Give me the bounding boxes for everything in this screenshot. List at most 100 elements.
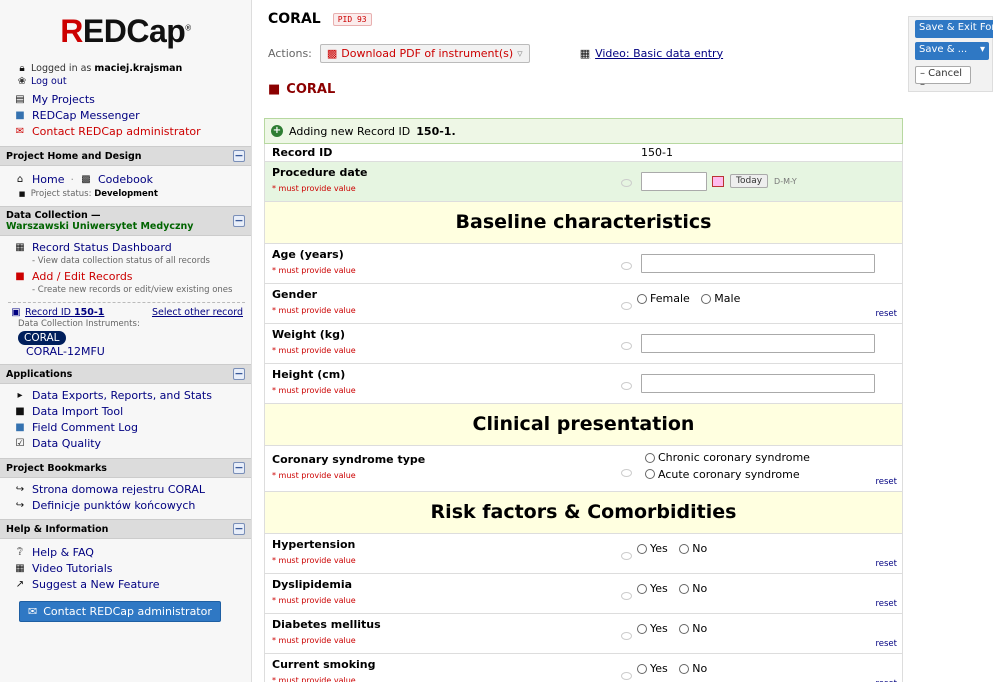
reset-link[interactable]: reset	[875, 309, 897, 319]
help-faq-link[interactable]: ❔︎ Help & FAQ	[0, 545, 251, 561]
add-edit-records-link[interactable]: ■ Add / Edit Records	[0, 269, 251, 285]
record-row: ▣ Record ID 150-1 Select other record	[0, 303, 251, 318]
comment-bubble-icon[interactable]	[621, 672, 632, 680]
yes-radio[interactable]: Yes	[637, 622, 668, 635]
comment-bubble-icon[interactable]	[621, 592, 632, 600]
collapse-button[interactable]: −	[233, 462, 245, 474]
file-icon: ■	[15, 271, 25, 282]
procedure-date-input[interactable]	[641, 172, 707, 191]
file-icon: ■	[268, 81, 281, 97]
question-icon: ❔︎	[16, 547, 23, 558]
no-radio[interactable]: No	[679, 542, 707, 555]
redcap-logo[interactable]: REDCap®	[0, 0, 251, 62]
today-button[interactable]: Today	[730, 174, 769, 188]
cancel-button[interactable]: – Cancel –	[915, 66, 971, 90]
instrument-coral[interactable]: CORAL	[0, 330, 251, 345]
record-id-link[interactable]: ▣ Record ID 150-1	[10, 307, 104, 318]
plus-circle-icon: +	[271, 125, 283, 137]
save-panel: Save & Exit Form Save & ...▾ – Cancel –	[908, 16, 993, 92]
procedure-date-row: Procedure date * must provide value Toda…	[264, 162, 903, 202]
main-content: CORAL PID 93 Actions: ▩ Download PDF of i…	[258, 0, 908, 682]
weight-input[interactable]	[641, 334, 875, 353]
project-header: CORAL PID 93	[258, 0, 908, 38]
chronic-coronary-radio[interactable]: Chronic coronary syndrome	[645, 450, 810, 465]
login-info: 🔒︎ Logged in as maciej.krajsman ❀ Log ou…	[17, 63, 183, 87]
home-link[interactable]: Home	[32, 172, 64, 188]
age-input[interactable]	[641, 254, 875, 273]
codebook-link[interactable]: Codebook	[98, 172, 153, 188]
square-icon: ■	[18, 190, 26, 198]
no-radio[interactable]: No	[679, 622, 707, 635]
chevron-down-icon: ▿	[517, 46, 523, 60]
coronary-row: Coronary syndrome type * must provide va…	[264, 446, 903, 492]
video-tutorials-link[interactable]: ▦ Video Tutorials	[0, 561, 251, 577]
age-row: Age (years) * must provide value	[264, 244, 903, 284]
bookmark-link[interactable]: ↪ Definicje punktów końcowych	[0, 498, 251, 514]
save-exit-form-button[interactable]: Save & Exit Form	[915, 20, 993, 38]
reset-link[interactable]: reset	[875, 559, 897, 569]
yes-radio[interactable]: Yes	[637, 662, 668, 675]
comment-bubble-icon[interactable]	[621, 302, 632, 310]
envelope-icon: ✉	[28, 605, 38, 618]
record-status-dashboard-link[interactable]: ▦ Record Status Dashboard	[0, 240, 251, 256]
hypertension-row: Hypertension * must provide value Yes No…	[264, 534, 903, 574]
data-quality-link[interactable]: ☑ Data Quality	[0, 436, 251, 452]
data-exports-link[interactable]: ▸ Data Exports, Reports, and Stats	[0, 388, 251, 404]
gender-female-radio[interactable]: Female	[637, 292, 690, 305]
contact-admin-button[interactable]: ✉ Contact REDCap administrator	[19, 601, 221, 622]
height-row: Height (cm) * must provide value	[264, 364, 903, 404]
comment-bubble-icon[interactable]	[621, 342, 632, 350]
comment-bubble-icon[interactable]	[621, 179, 632, 187]
download-pdf-button[interactable]: ▩ Download PDF of instrument(s) ▿	[319, 43, 530, 63]
height-input[interactable]	[641, 374, 875, 393]
username: maciej.krajsman	[94, 63, 183, 74]
messenger-link[interactable]: ■ REDCap Messenger	[0, 108, 251, 124]
suggest-feature-link[interactable]: ↗ Suggest a New Feature	[0, 577, 251, 593]
sidebar: REDCap® 🔒︎ Logged in as maciej.krajsman …	[0, 0, 252, 682]
video-basic-data-entry-link[interactable]: ▦ Video: Basic data entry	[580, 47, 723, 60]
gender-row: Gender * must provide value Female Male …	[264, 284, 903, 324]
actions-bar: Actions: ▩ Download PDF of instrument(s) ▿…	[258, 38, 908, 68]
acute-coronary-radio[interactable]: Acute coronary syndrome	[645, 467, 800, 482]
collapse-button[interactable]: −	[233, 150, 245, 162]
bookmarks-header: Project Bookmarks −	[0, 458, 251, 478]
gender-male-radio[interactable]: Male	[701, 292, 740, 305]
adding-record-banner: + Adding new Record ID 150-1.	[264, 118, 903, 144]
collapse-button[interactable]: −	[233, 215, 245, 227]
bookmark-link[interactable]: ↪ Strona domowa rejestru CORAL	[0, 482, 251, 498]
select-other-record-link[interactable]: Select other record	[152, 307, 243, 318]
collapse-button[interactable]: −	[233, 523, 245, 535]
form-title: ■ CORAL	[268, 81, 336, 97]
record-icon: ▣	[11, 307, 21, 318]
data-import-link[interactable]: ■ Data Import Tool	[0, 404, 251, 420]
chat-icon: ■	[15, 110, 25, 121]
save-more-button[interactable]: Save & ... ▾	[915, 42, 989, 60]
comment-bubble-icon[interactable]	[621, 382, 632, 390]
collapse-button[interactable]: −	[233, 368, 245, 380]
logout-link[interactable]: Log out	[31, 76, 67, 87]
reset-link[interactable]: reset	[875, 639, 897, 649]
yes-radio[interactable]: Yes	[637, 542, 668, 555]
export-icon: ▸	[17, 390, 23, 401]
envelope-icon: ✉	[15, 126, 25, 137]
list-icon: ▤	[15, 94, 25, 105]
data-collection-header: Data Collection — Warszawski Uniwersytet …	[0, 206, 251, 236]
reset-link[interactable]: reset	[875, 599, 897, 609]
comment-bubble-icon[interactable]	[621, 469, 632, 477]
section-header: Baseline characteristics	[264, 202, 903, 244]
grid-icon: ▦	[15, 242, 25, 253]
yes-radio[interactable]: Yes	[637, 582, 668, 595]
reset-link[interactable]: reset	[875, 477, 897, 487]
contact-admin-link[interactable]: ✉ Contact REDCap administrator	[0, 124, 251, 140]
home-icon: ⌂	[16, 174, 24, 185]
field-comment-log-link[interactable]: ■ Field Comment Log	[0, 420, 251, 436]
my-projects-link[interactable]: ▤ My Projects	[0, 92, 251, 108]
comment-bubble-icon[interactable]	[621, 632, 632, 640]
calendar-icon[interactable]	[712, 175, 724, 187]
comment-bubble-icon[interactable]	[621, 552, 632, 560]
no-radio[interactable]: No	[679, 582, 707, 595]
no-radio[interactable]: No	[679, 662, 707, 675]
comment-bubble-icon[interactable]	[621, 262, 632, 270]
caret-down-icon[interactable]: ▾	[980, 44, 985, 58]
instrument-coral-12mfu[interactable]: CORAL-12MFU	[0, 345, 251, 359]
